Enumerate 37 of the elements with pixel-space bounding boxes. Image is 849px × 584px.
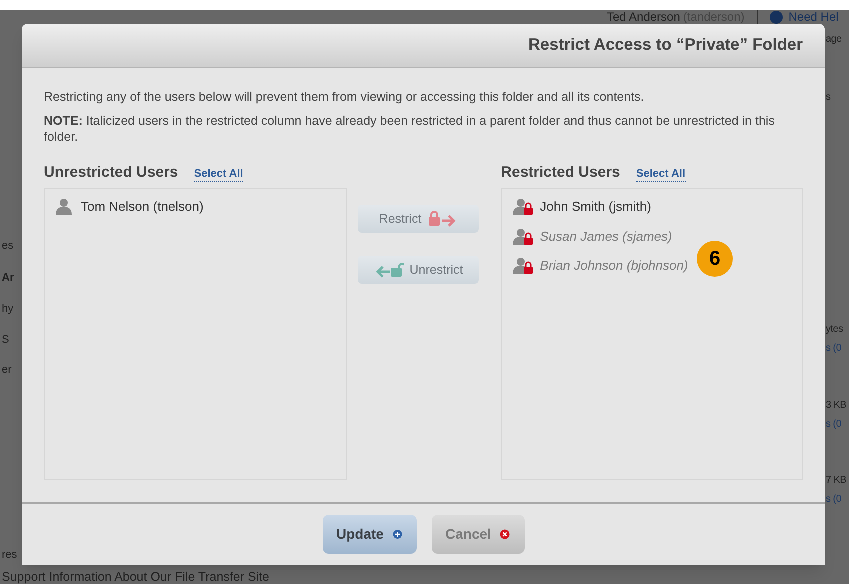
lock-arrow-icon (428, 211, 458, 227)
locked-user-icon (513, 257, 534, 274)
background-text: res (2, 548, 18, 563)
column-heading: Restricted Users (501, 163, 620, 183)
note-text: NOTE: Italicized users in the restricted column have already been restricted in a parent folder and thus cannot be unrestricted in this folder. (44, 113, 776, 145)
user-name: Ted Anderson (607, 10, 680, 26)
dialog-title: Restrict Access to “Private” Folder (528, 35, 803, 56)
intro-text: Restricting any of the users below will prevent them from viewing or accessing this folder and all its contents. (44, 89, 646, 105)
footer-link[interactable]: Support Information About Our File Transfer Site (2, 568, 270, 584)
user-name[interactable]: Susan James (sjames) (540, 226, 672, 246)
background-text: 7 KB (826, 474, 846, 488)
user-icon (56, 198, 74, 216)
arrow-unlock-icon (374, 262, 404, 278)
background-text: hy (2, 302, 14, 317)
locked-user-icon (513, 228, 534, 245)
background-text: s (0 (826, 493, 842, 507)
locked-user-icon (513, 198, 534, 216)
column-heading: Unrestricted Users (44, 163, 178, 183)
background-text: s (826, 91, 831, 105)
background-text: ytes (826, 323, 844, 337)
background-text: 3 KB (826, 399, 846, 413)
background-text: age (826, 33, 842, 47)
update-button[interactable]: Update (322, 515, 416, 554)
user-name[interactable]: Brian Johnson (bjohnson) (540, 256, 688, 276)
user-name[interactable]: Tom Nelson (tnelson) (81, 197, 204, 216)
select-all-link[interactable]: Select All (636, 168, 686, 182)
background-text: er (2, 363, 12, 378)
select-all-link[interactable]: Select All (194, 168, 244, 182)
cancel-button[interactable]: Cancel (432, 515, 524, 554)
user-name[interactable]: John Smith (jsmith) (540, 197, 652, 216)
background-text: es (2, 239, 14, 254)
background-text: S (2, 333, 10, 348)
background-text: s (0 (826, 342, 842, 356)
help-icon[interactable] (770, 10, 783, 24)
background-text: s (0 (826, 418, 842, 432)
help-link[interactable]: Need Hel (788, 10, 839, 26)
background-text: Ar (2, 271, 14, 286)
